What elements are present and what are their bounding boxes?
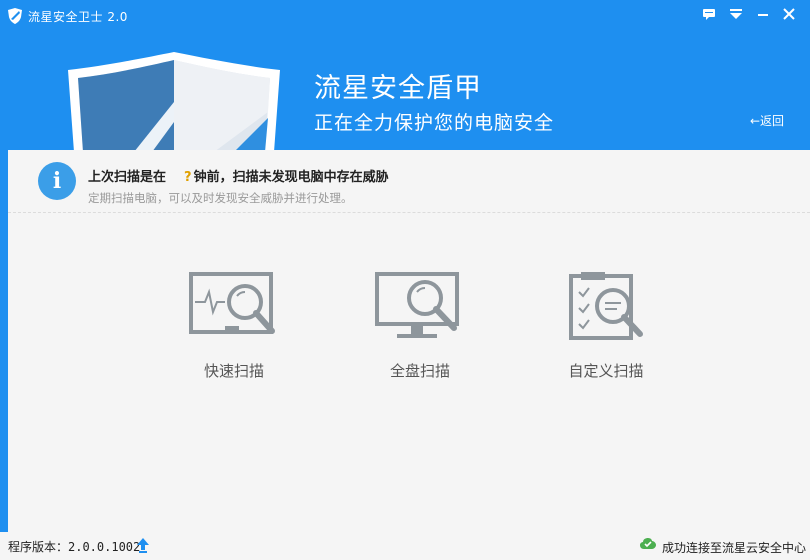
last-scan-prefix: 上次扫描是在: [88, 170, 167, 185]
quick-scan-label: 快速扫描: [203, 362, 264, 380]
main-panel: i 上次扫描是在? 钟前，扫描未发现电脑中存在威胁 定期扫描电脑，可以及时发现安全…: [8, 150, 810, 532]
quick-scan-icon: [189, 272, 275, 334]
status-bar: 程序版本：2.0.0.1002 成功连接至流星云安全中心: [0, 532, 810, 560]
minimize-icon: [758, 14, 768, 16]
last-scan-status: 上次扫描是在? 钟前，扫描未发现电脑中存在威胁: [88, 166, 389, 185]
custom-scan-label: 自定义扫描: [568, 362, 644, 380]
update-arrow-icon[interactable]: [136, 537, 150, 553]
last-scan-suffix: 钟前，扫描未发现电脑中存在威胁: [193, 170, 389, 185]
dropdown-button[interactable]: [726, 4, 746, 24]
close-button[interactable]: [779, 4, 799, 24]
custom-scan-icon: [569, 272, 643, 340]
hero-subtitle: 正在全力保护您的电脑安全: [314, 112, 555, 134]
cloud-connection-status: 成功连接至流星云安全中心: [662, 541, 807, 555]
back-link[interactable]: ←返回: [750, 112, 784, 129]
last-scan-time-unknown: ?: [184, 170, 192, 185]
program-version: 程序版本：2.0.0.1002: [8, 540, 141, 554]
custom-scan-button[interactable]: 自定义扫描: [546, 272, 666, 392]
app-title: 流星安全卫士 2.0: [28, 10, 128, 24]
full-scan-button[interactable]: 全盘扫描: [360, 272, 480, 392]
scan-info-bar: i 上次扫描是在? 钟前，扫描未发现电脑中存在威胁 定期扫描电脑，可以及时发现安全…: [8, 150, 810, 213]
shield-logo-icon: [8, 8, 22, 24]
minimize-button[interactable]: [753, 4, 773, 24]
info-icon: i: [38, 162, 76, 200]
full-scan-icon: [375, 272, 459, 338]
menu-button[interactable]: [699, 4, 719, 24]
dropdown-icon: [730, 9, 742, 19]
title-bar: 流星安全卫士 2.0: [0, 0, 810, 32]
hero-title: 流星安全盾甲: [314, 73, 482, 104]
hero-shield-icon: [68, 52, 280, 152]
full-scan-label: 全盘扫描: [389, 362, 450, 380]
scan-tip: 定期扫描电脑，可以及时发现安全威胁并进行处理。: [88, 191, 353, 205]
close-icon: [783, 8, 795, 20]
quick-scan-button[interactable]: 快速扫描: [174, 272, 294, 392]
menu-icon: [703, 9, 715, 20]
cloud-connected-icon: [640, 538, 656, 549]
